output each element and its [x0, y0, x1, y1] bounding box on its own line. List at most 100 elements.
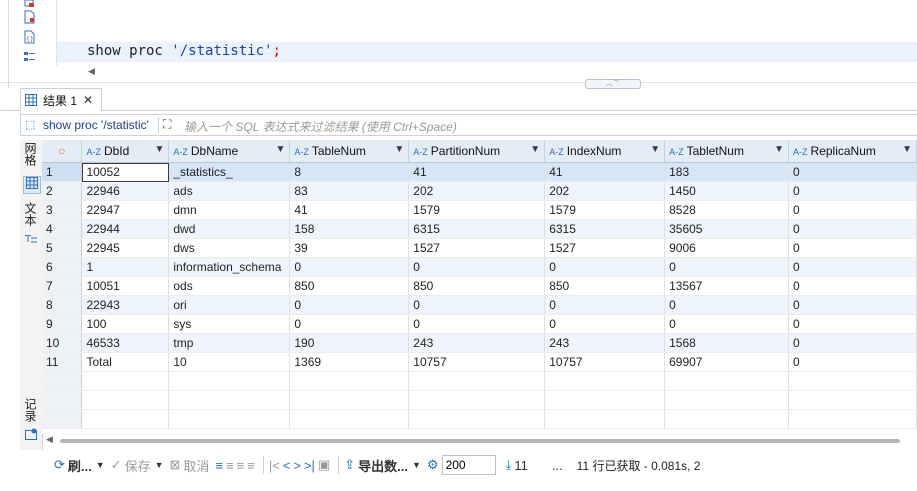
table-cell[interactable]: 0: [544, 314, 666, 334]
sql-code-line[interactable]: show proc '/statistic';: [87, 43, 281, 59]
column-header[interactable]: A-Z DbName ▼: [168, 140, 291, 163]
close-icon[interactable]: ✕: [83, 93, 93, 107]
table-cell[interactable]: 183: [664, 162, 790, 182]
column-header[interactable]: A-Z IndexNum ▼: [544, 140, 666, 163]
row-number[interactable]: 6: [42, 257, 83, 277]
table-cell[interactable]: 1: [81, 257, 170, 277]
column-menu-icon[interactable]: ▼: [530, 144, 540, 155]
table-row[interactable]: 8 22943 ori 0 0 0 0 0: [42, 295, 917, 315]
table-cell[interactable]: 0: [788, 200, 917, 220]
table-row[interactable]: 11 Total 10 1369 10757 10757 69907 0: [42, 352, 917, 372]
row-number[interactable]: 7: [42, 276, 83, 296]
column-header[interactable]: A-Z TableNum ▼: [289, 140, 410, 163]
table-cell[interactable]: 1568: [664, 333, 790, 353]
scroll-left-arrow-icon[interactable]: ◀: [46, 434, 53, 445]
row-number[interactable]: 4: [42, 219, 83, 239]
settings-icon[interactable]: ⚙: [427, 457, 439, 473]
table-cell[interactable]: 35605: [664, 219, 790, 239]
table-cell[interactable]: 0: [664, 295, 790, 315]
table-cell[interactable]: 39: [289, 238, 410, 258]
table-cell[interactable]: 1527: [408, 238, 546, 258]
save-button[interactable]: ✓ 保存 ▼: [111, 456, 164, 475]
table-cell[interactable]: 202: [408, 181, 546, 201]
table-cell[interactable]: 8: [289, 162, 410, 182]
cancel-button[interactable]: ⊠ 取消: [170, 456, 210, 475]
table-row[interactable]: 2 22946 ads 83 202 202 1450 0: [42, 181, 917, 201]
table-cell[interactable]: 202: [544, 181, 666, 201]
table-row[interactable]: 6 1 information_schema 0 0 0 0 0: [42, 257, 917, 277]
first-page-icon[interactable]: |<: [269, 458, 280, 473]
table-cell[interactable]: 850: [408, 276, 546, 296]
chevron-down-icon[interactable]: ▼: [96, 460, 105, 470]
table-cell[interactable]: 0: [788, 352, 917, 372]
copy-row-icon[interactable]: ≡: [237, 458, 245, 473]
table-cell[interactable]: dwd: [168, 219, 291, 239]
column-menu-icon[interactable]: ▼: [650, 144, 660, 155]
row-number[interactable]: 10: [42, 333, 83, 353]
table-cell[interactable]: 8528: [664, 200, 790, 220]
table-cell[interactable]: 0: [788, 276, 917, 296]
query-label[interactable]: show proc '/statistic': [43, 118, 149, 132]
table-cell[interactable]: 10757: [408, 352, 546, 372]
column-header[interactable]: A-Z ReplicaNum ▼: [788, 140, 917, 163]
table-cell[interactable]: 41: [544, 162, 666, 182]
table-cell[interactable]: 0: [788, 219, 917, 239]
scrollbar-thumb[interactable]: [60, 439, 900, 443]
table-cell[interactable]: 0: [408, 314, 546, 334]
table-cell[interactable]: sys: [168, 314, 291, 334]
table-cell[interactable]: dws: [168, 238, 291, 258]
table-cell[interactable]: 0: [289, 257, 410, 277]
expand-icon[interactable]: ⛶: [163, 117, 171, 132]
text-view-label[interactable]: 文本: [23, 202, 39, 226]
table-row[interactable]: 3 22947 dmn 41 1579 1579 8528 0: [42, 200, 917, 220]
chevron-down-icon[interactable]: ▼: [412, 460, 421, 470]
table-cell[interactable]: 1369: [289, 352, 410, 372]
table-cell[interactable]: 22945: [81, 238, 170, 258]
table-cell[interactable]: 0: [788, 295, 917, 315]
table-cell[interactable]: 0: [788, 314, 917, 334]
table-cell[interactable]: 6315: [544, 219, 666, 239]
result-grid[interactable]: ○ A-Z DbId ▼ A-Z DbName ▼ A-Z TableNum ▼ A-Z Pa…: [42, 140, 917, 434]
table-cell[interactable]: dmn: [168, 200, 291, 220]
record-view-label[interactable]: 记录: [23, 398, 39, 422]
delete-row-icon[interactable]: ≡: [247, 458, 255, 473]
table-cell[interactable]: 0: [408, 295, 546, 315]
table-cell[interactable]: 83: [289, 181, 410, 201]
table-row[interactable]: 4 22944 dwd 158 6315 6315 35605 0: [42, 219, 917, 239]
table-cell[interactable]: 1527: [544, 238, 666, 258]
table-cell[interactable]: 6315: [408, 219, 546, 239]
table-cell[interactable]: 243: [408, 333, 546, 353]
record-view-icon[interactable]: [23, 428, 39, 444]
add-row-icon[interactable]: ≡: [226, 458, 234, 473]
edit-row-icon[interactable]: ≡: [215, 458, 223, 473]
tab-result-1[interactable]: 结果 1 ✕: [20, 88, 102, 111]
text-view-icon[interactable]: T: [23, 232, 39, 248]
refresh-button[interactable]: ⟳ 刷... ▼: [54, 456, 105, 475]
table-cell[interactable]: 9006: [664, 238, 790, 258]
row-number[interactable]: 8: [42, 295, 83, 315]
row-number[interactable]: 5: [42, 238, 83, 258]
script-icon[interactable]: {}: [22, 30, 36, 44]
row-number[interactable]: 3: [42, 200, 83, 220]
row-count-icon[interactable]: ⤓: [506, 457, 512, 473]
fetch-all-icon[interactable]: ▣: [318, 457, 330, 473]
table-cell[interactable]: ods: [168, 276, 291, 296]
table-view-icon[interactable]: [23, 176, 41, 194]
chevron-down-icon[interactable]: ▼: [155, 460, 164, 470]
table-cell[interactable]: 22943: [81, 295, 170, 315]
table-cell[interactable]: 1579: [408, 200, 546, 220]
grid-view-label[interactable]: 网格: [23, 142, 39, 166]
table-cell[interactable]: 1579: [544, 200, 666, 220]
table-cell[interactable]: 41: [289, 200, 410, 220]
table-cell[interactable]: 0: [289, 295, 410, 315]
table-cell[interactable]: 22944: [81, 219, 170, 239]
table-cell[interactable]: 10: [168, 352, 291, 372]
table-cell[interactable]: 158: [289, 219, 410, 239]
table-cell[interactable]: 10757: [544, 352, 666, 372]
table-cell[interactable]: 0: [544, 295, 666, 315]
table-cell[interactable]: 46533: [81, 333, 170, 353]
scroll-left-arrow-icon[interactable]: ◀: [88, 66, 95, 77]
column-header[interactable]: A-Z TabletNum ▼: [664, 140, 790, 163]
table-cell[interactable]: 850: [289, 276, 410, 296]
table-cell[interactable]: ads: [168, 181, 291, 201]
